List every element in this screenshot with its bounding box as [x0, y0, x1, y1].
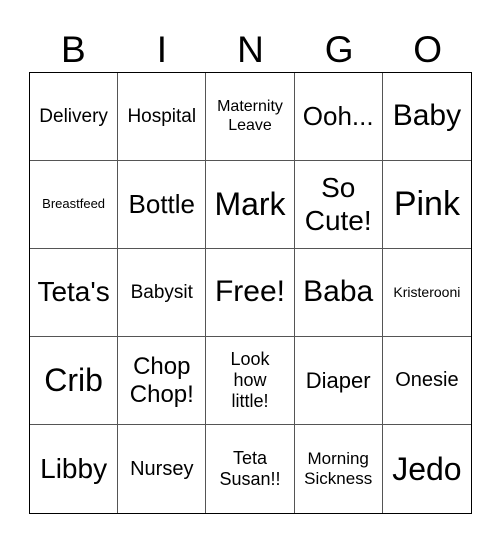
header-letter-i: I	[156, 29, 168, 70]
bingo-cell[interactable]: Baby	[382, 73, 471, 161]
header-letter-g: G	[324, 29, 354, 70]
bingo-cell[interactable]: Nursey	[118, 425, 207, 513]
bingo-cell[interactable]: Kristerooni	[382, 249, 471, 337]
header-letter-n: N	[237, 29, 264, 70]
bingo-cell[interactable]: So Cute!	[294, 161, 383, 249]
bingo-cell[interactable]: Free!	[206, 249, 295, 337]
bingo-cell[interactable]: Diaper	[294, 337, 383, 425]
bingo-cell[interactable]: Delivery	[30, 73, 119, 161]
bingo-cell[interactable]: Breastfeed	[30, 161, 119, 249]
bingo-cell[interactable]: Teta's	[30, 249, 119, 337]
bingo-cell[interactable]: Crib	[30, 337, 119, 425]
bingo-cell[interactable]: Teta Susan!!	[206, 425, 295, 513]
bingo-cell[interactable]: Look how little!	[206, 337, 295, 425]
bingo-cell[interactable]: Bottle	[118, 161, 207, 249]
bingo-cell[interactable]: Chop Chop!	[118, 337, 207, 425]
bingo-header: B I N G O	[29, 26, 472, 74]
bingo-cell[interactable]: Ooh...	[294, 73, 383, 161]
bingo-cell[interactable]: Libby	[30, 425, 119, 513]
bingo-cell[interactable]: Pink	[382, 161, 471, 249]
bingo-cell[interactable]: Jedo	[383, 425, 471, 513]
bingo-board: Delivery Hospital Maternity Leave Ooh...…	[29, 72, 472, 514]
bingo-cell[interactable]: Morning Sickness	[295, 425, 383, 513]
bingo-cell[interactable]: Hospital	[118, 73, 207, 161]
bingo-cell[interactable]: Maternity Leave	[206, 73, 295, 161]
header-letter-b: B	[60, 29, 86, 70]
bingo-cell[interactable]: Onesie	[382, 337, 471, 425]
bingo-cell[interactable]: Babysit	[118, 249, 207, 337]
bingo-cell[interactable]: Mark	[206, 161, 295, 249]
bingo-cell[interactable]: Baba	[294, 249, 383, 337]
header-letter-o: O	[413, 29, 443, 70]
